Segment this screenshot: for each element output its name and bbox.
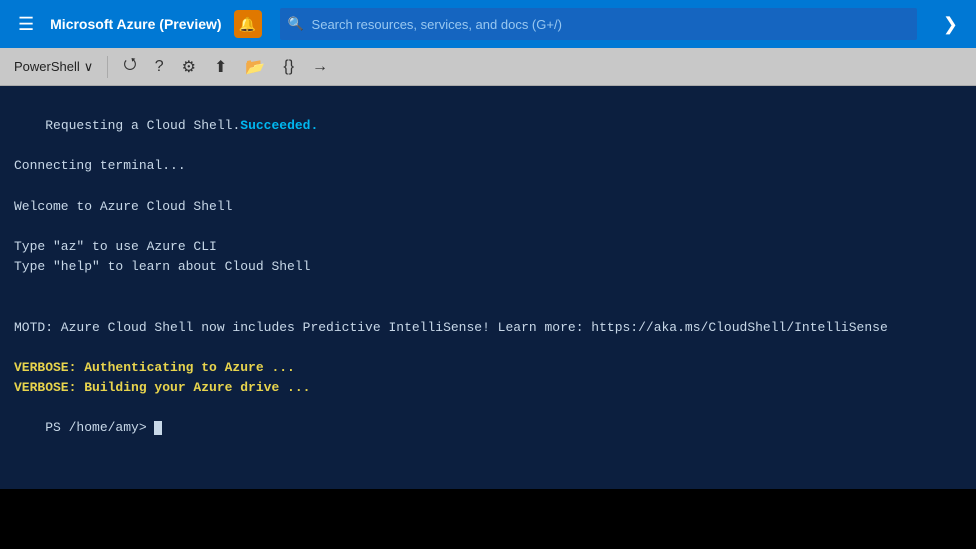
help-icon: ? [155,58,164,76]
portal-menu-icon[interactable]: ❯ [935,10,966,39]
shell-selector[interactable]: PowerShell ∨ [8,57,99,77]
terminal-line-verbose1: VERBOSE: Authenticating to Azure ... [14,358,962,378]
terminal-output[interactable]: Requesting a Cloud Shell.Succeeded. Conn… [0,86,976,489]
chevron-down-icon: ∨ [84,59,94,75]
nav-title: Microsoft Azure (Preview) [50,16,221,32]
notification-bell-icon[interactable]: 🔔 [234,10,262,38]
json-button[interactable]: {} [276,54,301,80]
terminal-line-6: Type "az" to use Azure CLI [14,237,962,257]
braces-icon: {} [283,58,294,76]
folder-icon: 📂 [245,57,265,77]
open-editor-button[interactable]: 📂 [238,53,272,81]
terminal-text-succeeded: Succeeded. [240,118,318,133]
terminal-line-8 [14,277,962,297]
terminal-line-3 [14,177,962,197]
restart-button[interactable]: ⭯ [116,49,143,84]
terminal-line-5 [14,217,962,237]
hamburger-icon[interactable]: ☰ [10,10,42,39]
bottom-bar [0,489,976,549]
search-icon: 🔍 [288,16,304,32]
terminal-text-requesting: Requesting a Cloud Shell. [45,118,240,133]
toolbar-divider [107,56,108,78]
upload-button[interactable]: ⬆ [207,53,234,81]
terminal-line-prompt: PS /home/amy> [14,398,962,458]
search-input[interactable] [280,8,917,40]
terminal-line-4: Welcome to Azure Cloud Shell [14,197,962,217]
shell-label: PowerShell [14,59,80,74]
toolbar: PowerShell ∨ ⭯ ? ⚙ ⬆ 📂 {} → [0,48,976,86]
settings-button[interactable]: ⚙ [175,53,203,81]
disconnect-button[interactable]: → [305,54,335,80]
terminal-line-2: Connecting terminal... [14,156,962,176]
restart-icon: ⭯ [123,53,136,80]
upload-icon: ⬆ [214,57,227,77]
terminal-line-verbose2: VERBOSE: Building your Azure drive ... [14,378,962,398]
terminal-line-10 [14,338,962,358]
nav-bar: ☰ Microsoft Azure (Preview) 🔔 🔍 ❯ [0,0,976,48]
terminal-cursor [154,421,162,435]
help-button[interactable]: ? [148,54,171,80]
search-container: 🔍 [280,8,917,40]
terminal-prompt-text: PS /home/amy> [45,420,154,435]
terminal-line-motd: MOTD: Azure Cloud Shell now includes Pre… [14,318,962,338]
terminal-line-1: Requesting a Cloud Shell.Succeeded. [14,96,962,156]
terminal-line-9 [14,297,962,317]
terminal-line-7: Type "help" to learn about Cloud Shell [14,257,962,277]
disconnect-icon: → [312,58,328,76]
settings-icon: ⚙ [182,57,196,77]
